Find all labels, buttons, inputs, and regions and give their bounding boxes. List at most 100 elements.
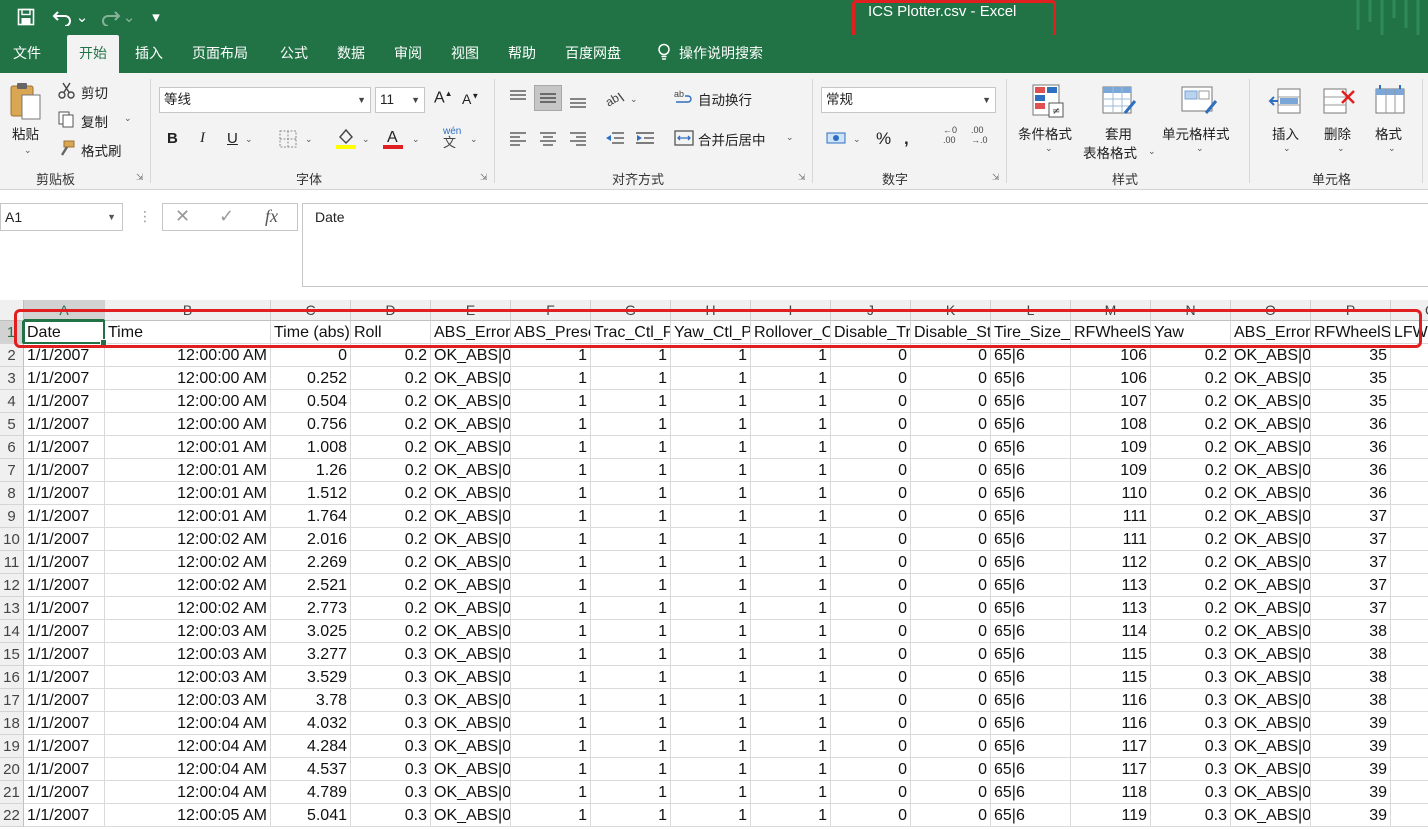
table-cell[interactable]: 12:00:03 AM (105, 666, 271, 689)
table-cell[interactable]: OK_ABS|0 (1231, 643, 1311, 666)
table-cell[interactable]: 12:00:01 AM (105, 505, 271, 528)
table-cell[interactable]: 0 (911, 597, 991, 620)
table-cell[interactable]: 1/1/2007 (24, 781, 105, 804)
table-cell[interactable]: 1 (511, 620, 591, 643)
table-cell[interactable]: 12:00:00 AM (105, 390, 271, 413)
table-cell[interactable]: OK_ABS|0 (431, 413, 511, 436)
row-header[interactable]: 16 (0, 666, 24, 689)
header-cell[interactable]: Roll (351, 321, 431, 344)
table-cell[interactable]: 1 (591, 436, 671, 459)
table-cell[interactable]: OK_ABS|0 (1231, 735, 1311, 758)
table-cell[interactable]: 1 (671, 505, 751, 528)
table-cell[interactable]: 113 (1071, 574, 1151, 597)
table-cell[interactable]: OK_ABS|0 (1231, 620, 1311, 643)
table-cell[interactable]: 1 (591, 666, 671, 689)
table-cell[interactable]: 0.2 (1151, 390, 1231, 413)
table-cell[interactable] (1391, 436, 1428, 459)
row-header[interactable]: 11 (0, 551, 24, 574)
table-cell[interactable]: 1 (671, 413, 751, 436)
header-cell[interactable]: Disable_Tr (831, 321, 911, 344)
currency-icon[interactable] (826, 129, 848, 150)
table-cell[interactable] (1391, 459, 1428, 482)
table-cell[interactable]: 1 (591, 459, 671, 482)
table-cell[interactable]: 65|6 (991, 574, 1071, 597)
header-cell[interactable]: RFWheelS (1071, 321, 1151, 344)
table-cell[interactable]: 36 (1311, 482, 1391, 505)
row-header[interactable]: 8 (0, 482, 24, 505)
table-cell[interactable]: 1/1/2007 (24, 367, 105, 390)
table-cell[interactable]: 0.2 (1151, 436, 1231, 459)
table-cell[interactable]: 1/1/2007 (24, 758, 105, 781)
table-cell[interactable]: 0 (911, 390, 991, 413)
table-cell[interactable]: 1 (751, 597, 831, 620)
header-cell[interactable]: Rollover_C (751, 321, 831, 344)
table-cell[interactable]: 38 (1311, 666, 1391, 689)
undo-icon[interactable] (50, 4, 76, 30)
table-cell[interactable]: 1 (511, 643, 591, 666)
table-cell[interactable]: 0 (911, 620, 991, 643)
table-cell[interactable]: 0.2 (351, 505, 431, 528)
table-cell[interactable]: 36 (1311, 436, 1391, 459)
table-cell[interactable]: 0.2 (351, 551, 431, 574)
column-header-a[interactable]: A (24, 300, 105, 321)
table-cell[interactable]: 12:00:02 AM (105, 597, 271, 620)
clipboard-launcher-icon[interactable]: ⇲ (136, 172, 146, 182)
table-cell[interactable]: 0 (831, 758, 911, 781)
table-cell[interactable]: 0.3 (1151, 666, 1231, 689)
table-cell[interactable]: 1 (751, 482, 831, 505)
insert-cells-button[interactable]: 插入 ⌄ (1262, 81, 1310, 167)
font-launcher-icon[interactable]: ⇲ (480, 172, 490, 182)
table-cell[interactable]: 65|6 (991, 735, 1071, 758)
table-cell[interactable]: 0.2 (1151, 597, 1231, 620)
table-cell[interactable]: 12:00:00 AM (105, 367, 271, 390)
table-cell[interactable]: 1/1/2007 (24, 436, 105, 459)
table-cell[interactable]: 3.78 (271, 689, 351, 712)
table-cell[interactable]: 12:00:02 AM (105, 574, 271, 597)
align-left-icon[interactable] (508, 131, 528, 150)
table-cell[interactable]: 1 (591, 551, 671, 574)
underline-dropdown-icon[interactable]: ⌄ (245, 134, 253, 145)
table-cell[interactable]: 1/1/2007 (24, 344, 105, 367)
table-cell[interactable]: 0.2 (351, 367, 431, 390)
column-header-d[interactable]: D (351, 300, 431, 321)
table-cell[interactable]: 35 (1311, 344, 1391, 367)
table-cell[interactable]: 1 (591, 574, 671, 597)
row-header[interactable]: 22 (0, 804, 24, 827)
header-cell[interactable]: Time (abs) (271, 321, 351, 344)
table-cell[interactable]: 65|6 (991, 551, 1071, 574)
cancel-entry-icon[interactable]: ✕ (175, 206, 190, 227)
table-cell[interactable]: OK_ABS|0 (1231, 436, 1311, 459)
table-cell[interactable]: 1 (751, 666, 831, 689)
table-cell[interactable]: 1 (751, 781, 831, 804)
table-cell[interactable]: 1 (591, 758, 671, 781)
table-cell[interactable]: 0.2 (1151, 344, 1231, 367)
table-cell[interactable]: 0.2 (351, 390, 431, 413)
table-cell[interactable]: 1 (591, 804, 671, 827)
table-cell[interactable]: 1/1/2007 (24, 390, 105, 413)
column-header-h[interactable]: H (671, 300, 751, 321)
table-cell[interactable]: 1 (591, 344, 671, 367)
row-header[interactable]: 19 (0, 735, 24, 758)
format-as-table-button[interactable]: 套用 表格格式 ⌄ (1083, 81, 1157, 167)
table-cell[interactable]: 1.764 (271, 505, 351, 528)
font-color-dropdown-icon[interactable]: ⌄ (412, 134, 420, 145)
confirm-entry-icon[interactable]: ✓ (219, 206, 234, 227)
table-cell[interactable]: 39 (1311, 781, 1391, 804)
table-cell[interactable]: 36 (1311, 413, 1391, 436)
table-cell[interactable] (1391, 758, 1428, 781)
table-cell[interactable]: 0 (911, 436, 991, 459)
table-cell[interactable]: 0 (911, 459, 991, 482)
redo-icon[interactable] (97, 4, 123, 30)
table-cell[interactable]: 1 (671, 574, 751, 597)
table-cell[interactable]: 0.2 (351, 413, 431, 436)
table-cell[interactable]: 39 (1311, 804, 1391, 827)
table-cell[interactable]: OK_ABS|0 (1231, 367, 1311, 390)
row-header[interactable]: 13 (0, 597, 24, 620)
table-cell[interactable]: 0 (831, 528, 911, 551)
tab-baidu-netdisk[interactable]: 百度网盘 (553, 35, 633, 73)
table-cell[interactable]: OK_ABS|0 (1231, 344, 1311, 367)
align-center-icon[interactable] (538, 131, 558, 150)
table-cell[interactable]: 1/1/2007 (24, 505, 105, 528)
table-cell[interactable]: 1 (671, 367, 751, 390)
format-painter-button[interactable]: 格式刷 (58, 139, 134, 161)
